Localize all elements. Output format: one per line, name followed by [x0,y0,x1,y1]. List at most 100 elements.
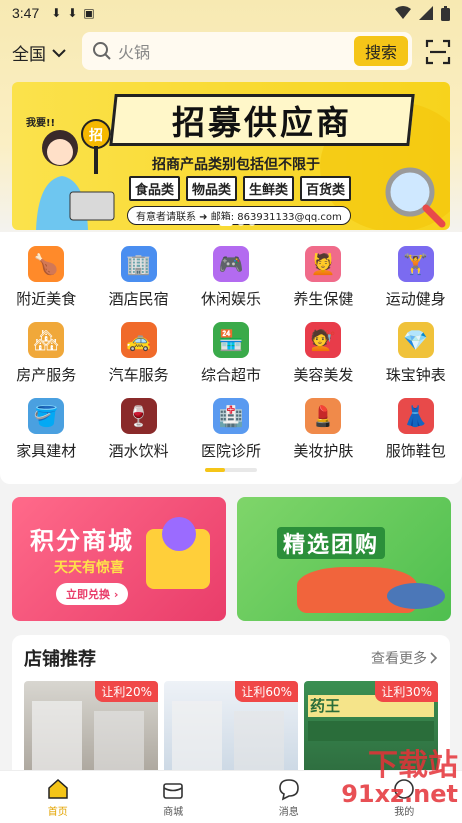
category-label: 运动健身 [385,290,446,308]
redeem-button[interactable]: 立即兑换 › [56,583,129,605]
watermark-url: 91xz.net [341,780,458,808]
category-item[interactable]: 🪣 家具建材 [0,394,92,470]
fitness-icon: 🏋 [397,246,434,282]
banner-category: 物品类 [186,176,238,201]
banner-indicator [219,220,255,226]
store-photo [234,711,284,771]
category-item[interactable]: 🍷 酒水饮料 [92,394,184,470]
category-label: 养生保健 [293,290,354,308]
category-label: 休闲娱乐 [200,290,261,308]
download-icon: ⬇ [67,6,78,20]
scan-icon[interactable] [425,39,451,65]
discount-tag: 让利60% [235,681,298,702]
category-item[interactable]: 💄 美妆护肤 [277,394,369,470]
discount-tag: 让利20% [95,681,158,702]
category-item[interactable]: 💇 美容美发 [277,318,369,394]
category-label: 服饰鞋包 [385,442,446,460]
store-sign [308,721,434,741]
category-label: 美妆护肤 [293,442,354,460]
city-selector[interactable]: 全国 [12,40,66,65]
points-mall-title: 积分商城 [30,527,134,555]
category-label: 酒店民宿 [108,290,169,308]
city-label: 全国 [12,45,46,65]
balloon-decoration [162,517,196,551]
banner-badge: 招 [89,127,103,144]
tab-home[interactable]: 首页 [0,771,116,823]
chevron-right-icon [430,652,438,664]
category-item[interactable]: 💆 养生保健 [277,242,369,318]
category-item[interactable]: 🚕 汽车服务 [92,318,184,394]
banner-carousel[interactable]: 招 我要!! 招募供应商 招商产品类别包括但不限于 食品类 物品类 生鲜类 百货… [12,82,450,230]
status-bar: 3:47 ⬇ ⬇ ▣ [0,0,462,26]
tab-label: 商城 [163,806,184,818]
tab-mall[interactable]: 商城 [116,771,232,823]
hair-icon: 💇 [305,322,342,358]
cosmetics-icon: 💄 [305,398,342,434]
group-buy-card[interactable]: 精选团购 [237,497,451,621]
battery-icon [441,5,450,21]
category-item[interactable]: 🍗 附近美食 [0,242,92,318]
jewelry-icon: 💎 [397,322,434,358]
category-label: 汽车服务 [108,366,169,384]
category-label: 附近美食 [16,290,77,308]
category-item[interactable]: 👗 服饰鞋包 [370,394,462,470]
home-icon [48,778,68,799]
search-button[interactable]: 搜索 [354,36,408,66]
category-item[interactable]: 🎮 休闲娱乐 [185,242,277,318]
chevron-right-icon: › [113,588,119,601]
search-box[interactable]: 火锅 搜索 [82,32,412,70]
status-icons: ⬇ ⬇ ▣ [51,6,94,20]
pager-indicator [205,468,225,472]
category-item[interactable]: 🏢 酒店民宿 [92,242,184,318]
category-item[interactable]: 🏥 医院诊所 [185,394,277,470]
hotel-icon: 🏢 [120,246,157,282]
store-card[interactable]: 让利20% [24,681,158,781]
banner-category: 百货类 [300,176,352,201]
supermarket-icon: 🏪 [212,322,249,358]
watermark-text: 下载站 [368,748,458,783]
group-buy-title: 精选团购 [277,527,386,559]
site-watermark: 下载站 91xz.net [290,740,462,820]
category-item[interactable]: 🏋 运动健身 [370,242,462,318]
magnifier-icon [385,167,446,228]
chevron-down-icon [52,48,66,57]
store-header: 店铺推荐 查看更多 [12,635,450,681]
view-more-link[interactable]: 查看更多 [371,648,438,668]
person-laptop-illustration: 招 我要!! [26,116,115,230]
mall-icon [163,782,184,799]
wine-icon: 🍷 [120,398,157,434]
clothing-icon: 👗 [397,398,434,434]
app-a-icon: ▣ [83,6,95,20]
paint-icon: 🪣 [28,398,65,434]
view-more-label: 查看更多 [371,651,427,667]
status-time: 3:47 [12,5,40,21]
points-mall-subtitle: 天天有惊喜 [54,560,124,576]
category-item[interactable]: 🏪 综合超市 [185,318,277,394]
banner-categories: 食品类 物品类 生鲜类 百货类 [129,176,352,201]
banner-category: 食品类 [129,176,181,201]
category-label: 房产服务 [16,366,77,384]
banner-title-plate: 招募供应商 [109,94,415,146]
category-item[interactable]: 🏘 房产服务 [0,318,92,394]
category-label: 珠宝钟表 [385,366,446,384]
store-sign-text: 药王 [310,697,341,715]
store-photo [32,701,82,771]
car-icon: 🚕 [120,322,157,358]
store-photo [172,701,222,771]
redeem-label: 立即兑换 [66,588,110,601]
store-card[interactable]: 让利60% [164,681,298,781]
category-item[interactable]: 💎 珠宝钟表 [370,318,462,394]
points-mall-card[interactable]: 积分商城 天天有惊喜 立即兑换 › [12,497,226,621]
category-label: 酒水饮料 [108,442,169,460]
category-pager [205,468,257,472]
building-icon: 🏘 [28,322,65,358]
download-icon: ⬇ [51,6,62,20]
store-section-title: 店铺推荐 [24,649,96,670]
hospital-icon: 🏥 [212,398,249,434]
search-input[interactable]: 火锅 [118,39,354,63]
category-grid: 🍗 附近美食 🏢 酒店民宿 🎮 休闲娱乐 💆 养生保健 🏋 运动健身 🏘 房产服务 🚕 汽车服务 🏪 综合超市… [0,242,462,470]
spa-icon: 💆 [305,246,342,282]
discount-tag: 让利30% [375,681,438,702]
search-icon [93,42,111,60]
search-row: 全国 火锅 搜索 [0,32,462,72]
